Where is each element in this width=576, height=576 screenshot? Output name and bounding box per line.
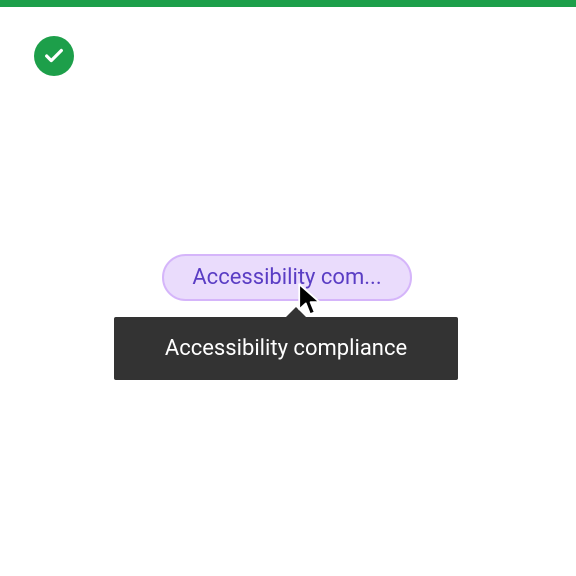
success-badge (34, 36, 74, 76)
tooltip: Accessibility compliance (114, 317, 458, 380)
tag-pill-label: Accessibility com... (192, 265, 381, 290)
tooltip-text: Accessibility compliance (165, 336, 407, 361)
check-icon (43, 45, 65, 67)
top-status-bar (0, 0, 576, 7)
tag-pill[interactable]: Accessibility com... (162, 254, 412, 301)
